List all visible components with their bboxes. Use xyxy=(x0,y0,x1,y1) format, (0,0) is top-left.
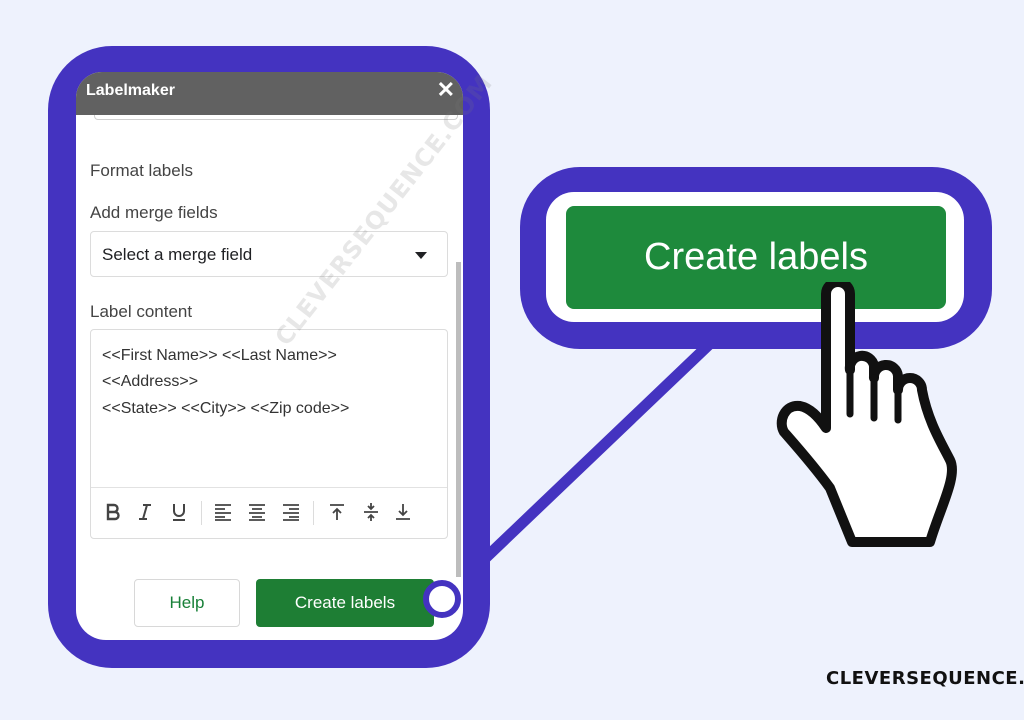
create-labels-button[interactable]: Create labels xyxy=(256,579,434,627)
pointing-hand-icon xyxy=(776,282,957,547)
align-right-icon[interactable] xyxy=(281,502,301,522)
dialog-title: Labelmaker xyxy=(86,82,175,99)
merge-fields-label: Add merge fields xyxy=(90,203,218,222)
site-footer-text: CLEVERSEQUENCE.COM xyxy=(826,668,1024,689)
align-left-icon[interactable] xyxy=(213,502,233,522)
format-toolbar xyxy=(91,487,447,539)
callout-anchor-dot xyxy=(423,580,461,618)
align-center-icon[interactable] xyxy=(247,502,267,522)
content-line: <<Address>> xyxy=(102,373,199,390)
align-bottom-icon[interactable] xyxy=(393,502,413,522)
align-middle-icon[interactable] xyxy=(361,502,381,522)
underline-icon[interactable] xyxy=(169,502,189,522)
label-content-editor[interactable]: <<First Name>> <<Last Name>> <<Address>>… xyxy=(90,329,448,539)
format-labels-heading: Format labels xyxy=(90,161,193,180)
bold-icon[interactable] xyxy=(103,502,123,522)
help-button[interactable]: Help xyxy=(134,579,240,627)
merge-field-select[interactable]: Select a merge field xyxy=(90,231,448,277)
label-content-heading: Label content xyxy=(90,302,193,321)
labelmaker-dialog: Labelmaker ✕ Format labels Add merge fie… xyxy=(76,72,463,640)
content-line: <<First Name>> <<Last Name>> xyxy=(102,347,337,364)
content-line: <<State>> <<City>> <<Zip code>> xyxy=(102,400,350,417)
dialog-titlebar: Labelmaker ✕ xyxy=(76,72,463,115)
align-top-icon[interactable] xyxy=(327,502,347,522)
dialog-scrollbar[interactable] xyxy=(456,262,461,577)
italic-icon[interactable] xyxy=(135,502,155,522)
toolbar-divider xyxy=(313,501,314,525)
collapsed-section-edge xyxy=(94,115,458,120)
chevron-down-icon xyxy=(415,252,427,259)
merge-field-select-value: Select a merge field xyxy=(102,245,253,264)
toolbar-divider xyxy=(201,501,202,525)
